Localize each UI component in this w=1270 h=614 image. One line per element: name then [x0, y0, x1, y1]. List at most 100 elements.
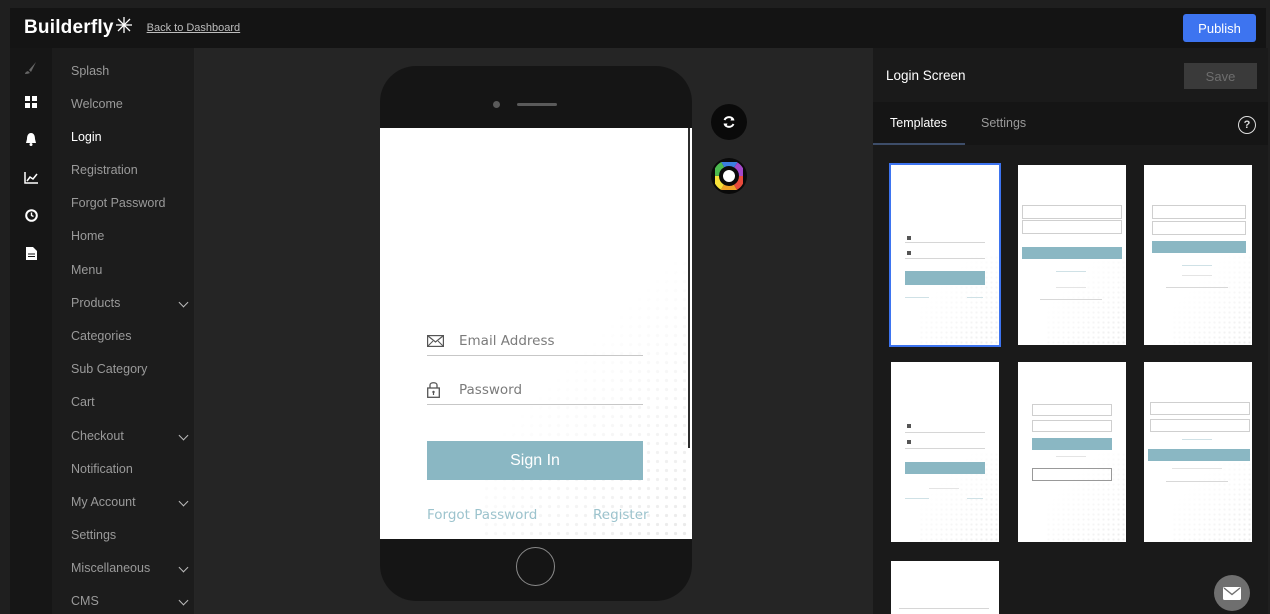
nav-item-menu[interactable]: Menu [71, 260, 191, 280]
template-field [905, 242, 985, 243]
template-button [1152, 241, 1246, 253]
bell-icon[interactable] [23, 131, 39, 147]
mail-icon [427, 334, 449, 347]
nav-item-label: Sub Category [71, 362, 148, 376]
template-field [905, 432, 985, 433]
template-button [1032, 468, 1112, 481]
nav-item-miscellaneous[interactable]: Miscellaneous [71, 558, 191, 578]
password-placeholder: Password [459, 381, 523, 398]
properties-panel: Login Screen Save Templates Settings ? [873, 48, 1268, 614]
template-card[interactable] [891, 362, 999, 542]
save-button[interactable]: Save [1184, 63, 1257, 89]
nav-item-registration[interactable]: Registration [71, 160, 191, 180]
nav-item-cart[interactable]: Cart [71, 392, 191, 412]
help-icon[interactable]: ? [1238, 116, 1256, 134]
brush-icon[interactable] [23, 60, 39, 76]
template-field [1150, 419, 1250, 432]
nav-item-sub-category[interactable]: Sub Category [71, 359, 191, 379]
color-wheel-icon [715, 162, 743, 190]
nav-item-label: Splash [71, 64, 110, 78]
phone-screen: Email Address Password Sign In Forgot Pa… [380, 128, 692, 539]
nav-item-categories[interactable]: Categories [71, 326, 191, 346]
publish-button[interactable]: Publish [1183, 14, 1256, 42]
template-link [1056, 271, 1086, 272]
phone-camera [493, 101, 500, 108]
nav-item-products[interactable]: Products [71, 293, 191, 313]
nav-item-label: Checkout [71, 429, 124, 443]
nav-item-label: Notification [71, 462, 133, 476]
logo: Builderfly [24, 17, 133, 39]
nav-item-label: Forgot Password [71, 196, 166, 210]
template-link [967, 498, 983, 499]
template-link [1172, 468, 1222, 469]
chat-mail-button[interactable] [1214, 575, 1250, 611]
template-field [899, 608, 989, 609]
logo-text: Builderfly [24, 17, 114, 38]
nav-item-label: My Account [71, 495, 136, 509]
register-link[interactable]: Register [593, 507, 649, 523]
template-card[interactable] [1018, 362, 1126, 542]
template-field [1152, 221, 1246, 235]
icon-rail [10, 48, 52, 614]
nav-item-notification[interactable]: Notification [71, 459, 191, 479]
nav-item-cms[interactable]: CMS [71, 591, 191, 611]
nav-item-label: Miscellaneous [71, 561, 151, 575]
template-link [1166, 287, 1228, 288]
template-dots [919, 255, 999, 345]
nav-item-label: Registration [71, 163, 138, 177]
template-link [967, 297, 983, 298]
phone-speaker [517, 103, 557, 106]
nav-item-my-account[interactable]: My Account [71, 492, 191, 512]
email-field[interactable]: Email Address [427, 326, 643, 356]
template-mail-icon [907, 424, 911, 428]
template-link [1166, 481, 1228, 482]
rotate-button[interactable] [711, 104, 747, 140]
template-field [1032, 420, 1112, 432]
nav-item-splash[interactable]: Splash [71, 61, 191, 81]
chevron-down-icon [178, 496, 189, 507]
forgot-password-link[interactable]: Forgot Password [427, 507, 537, 523]
nav-item-checkout[interactable]: Checkout [71, 426, 191, 446]
chevron-down-icon [178, 562, 189, 573]
password-field[interactable]: Password [427, 375, 643, 405]
template-card[interactable] [1144, 362, 1252, 542]
nav-item-login[interactable]: Login [71, 127, 191, 147]
envelope-icon [1223, 586, 1241, 600]
template-link [1056, 287, 1086, 288]
nav-item-label: Menu [71, 263, 103, 277]
back-to-dashboard-link[interactable]: Back to Dashboard [147, 22, 241, 34]
template-card[interactable] [889, 163, 1001, 347]
panel-tabs: Templates Settings ? [873, 102, 1268, 145]
nav-item-welcome[interactable]: Welcome [71, 94, 191, 114]
template-card[interactable] [1144, 165, 1252, 345]
color-theme-button[interactable] [711, 158, 747, 194]
screen-scrollbar[interactable] [688, 128, 690, 448]
template-link [905, 498, 929, 499]
template-dots [1172, 452, 1252, 542]
template-link [1182, 439, 1212, 440]
nav-item-home[interactable]: Home [71, 226, 191, 246]
chevron-down-icon [178, 430, 189, 441]
template-field [1152, 205, 1246, 219]
template-link [1056, 456, 1086, 457]
email-placeholder: Email Address [459, 332, 555, 349]
sign-in-button[interactable]: Sign In [427, 441, 643, 480]
tab-settings[interactable]: Settings [981, 116, 1026, 130]
nav-item-label: Welcome [71, 97, 123, 111]
tab-templates[interactable]: Templates [890, 116, 947, 130]
nav-item-forgot-password[interactable]: Forgot Password [71, 193, 191, 213]
panel-title: Login Screen [886, 68, 966, 83]
dashboard-icon[interactable] [23, 94, 39, 110]
nav-item-label: Settings [71, 528, 117, 542]
document-icon[interactable] [23, 245, 39, 261]
nav-item-label: Categories [71, 329, 132, 343]
template-card[interactable] [891, 561, 999, 614]
nav-item-settings[interactable]: Settings [71, 525, 191, 545]
app-window: Builderfly Back to Dashboard Publish Spl… [0, 0, 1270, 614]
template-button [1032, 438, 1112, 450]
nav-item-label: Home [71, 229, 105, 243]
preview-canvas: Email Address Password Sign In Forgot Pa… [195, 48, 873, 614]
chart-icon[interactable] [23, 170, 39, 186]
clock-icon[interactable] [23, 207, 39, 223]
template-card[interactable] [1018, 165, 1126, 345]
